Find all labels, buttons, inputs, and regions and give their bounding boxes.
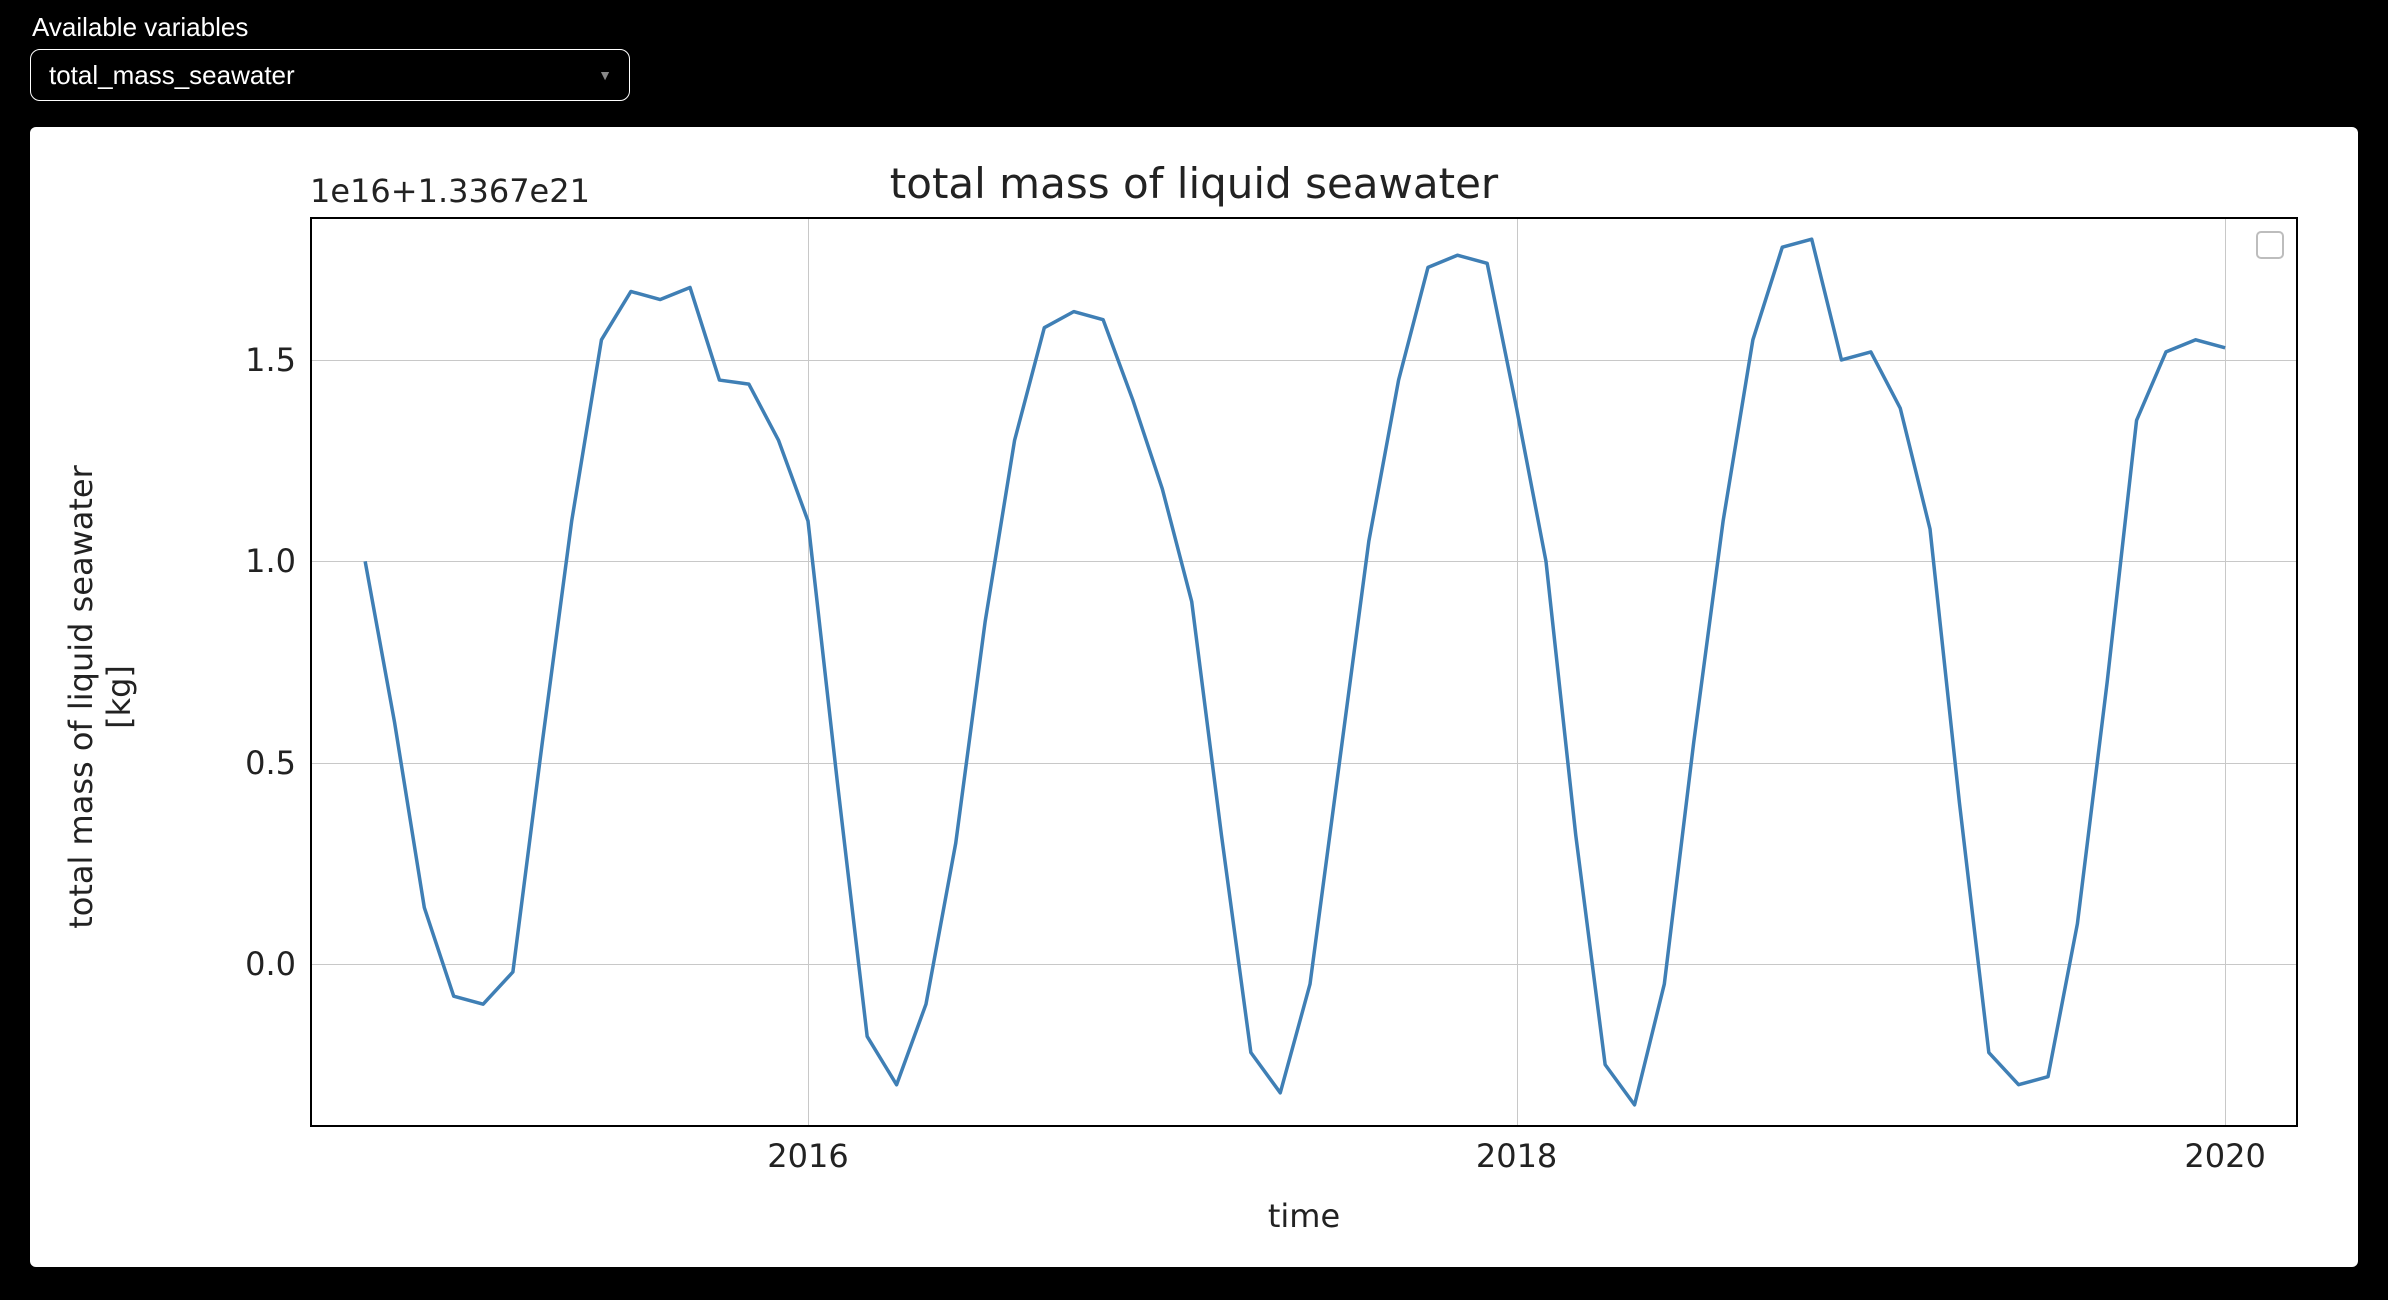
x-tick-label: 2020 bbox=[2184, 1125, 2265, 1175]
y-tick-label: 0.0 bbox=[245, 945, 312, 983]
variable-select[interactable]: total_mass_seawater bbox=[30, 49, 630, 101]
x-tick-label: 2018 bbox=[1476, 1125, 1557, 1175]
legend-box-icon bbox=[2256, 231, 2284, 259]
y-tick-label: 1.5 bbox=[245, 341, 312, 379]
data-series-svg bbox=[312, 219, 2296, 1125]
variable-select-label: Available variables bbox=[32, 12, 2358, 43]
plot-area: 2016201820200.00.51.01.5 bbox=[310, 217, 2298, 1127]
chart-card: total mass of liquid seawater 1e16+1.336… bbox=[30, 127, 2358, 1267]
x-tick-label: 2016 bbox=[767, 1125, 848, 1175]
y-tick-label: 0.5 bbox=[245, 744, 312, 782]
controls-bar: Available variables total_mass_seawater … bbox=[0, 0, 2388, 109]
x-axis-label: time bbox=[310, 1197, 2298, 1235]
y-tick-label: 1.0 bbox=[245, 542, 312, 580]
y-axis-label: total mass of liquid seawater [kg] bbox=[62, 397, 138, 997]
variable-select-wrap: total_mass_seawater ▼ bbox=[30, 49, 630, 101]
data-line bbox=[365, 239, 2225, 1105]
y-axis-offset-text: 1e16+1.3367e21 bbox=[310, 172, 590, 210]
